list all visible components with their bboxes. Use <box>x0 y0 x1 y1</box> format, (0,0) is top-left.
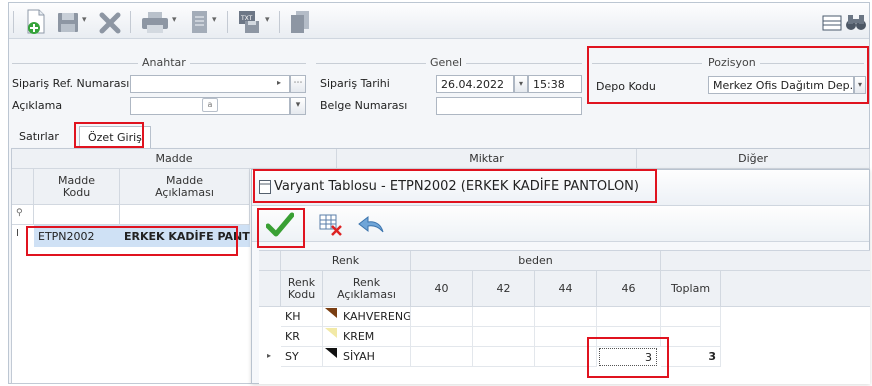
copy-icon[interactable] <box>289 9 311 35</box>
date-picker-button[interactable]: ▾ <box>514 75 528 93</box>
belge-numarasi-field[interactable] <box>436 97 582 115</box>
col-toplam[interactable]: Toplam <box>661 271 721 307</box>
qty-cell[interactable] <box>473 327 535 347</box>
svg-text:TXT: TXT <box>240 15 253 22</box>
highlight-row <box>26 226 238 256</box>
qty-cell[interactable] <box>411 347 473 367</box>
band-empty <box>661 251 870 271</box>
row-renk-kodu[interactable]: SY <box>281 347 323 367</box>
export-icon[interactable]: TXT <box>237 9 263 35</box>
color-swatch-icon <box>325 308 337 318</box>
band-madde: Madde <box>12 149 337 169</box>
row-indicator-header <box>12 169 34 205</box>
filter-cell[interactable] <box>120 205 250 225</box>
qty-cell[interactable] <box>473 307 535 327</box>
qty-cell[interactable] <box>411 327 473 347</box>
qty-cell[interactable] <box>535 307 597 327</box>
row-renk-kodu[interactable]: KR <box>281 327 323 347</box>
arrow-right-icon[interactable]: ▸ <box>277 78 281 87</box>
color-swatch-icon <box>325 328 337 338</box>
siparis-tarihi-field[interactable]: 26.04.2022 <box>436 75 514 93</box>
col-renk-kodu[interactable]: Renk Kodu <box>281 271 323 307</box>
group-title-anahtar: Anahtar <box>142 56 186 69</box>
calculator-icon[interactable] <box>821 9 843 35</box>
siparis-ref-field[interactable] <box>130 75 290 93</box>
undo-icon[interactable] <box>357 214 385 236</box>
row-renk-kodu[interactable]: KH <box>281 307 323 327</box>
group-line <box>12 63 138 64</box>
new-document-icon[interactable] <box>25 9 47 35</box>
siparis-ref-label: Sipariş Ref. Numarası <box>12 77 130 90</box>
color-swatch-icon <box>325 348 337 358</box>
total-cell <box>661 327 721 347</box>
siparis-tarihi-label: Sipariş Tarihi <box>320 77 390 90</box>
save-icon[interactable] <box>57 9 79 35</box>
total-cell <box>661 307 721 327</box>
print-dropdown-icon[interactable]: ▾ <box>172 15 177 25</box>
toolbar-separator <box>279 11 280 33</box>
highlight-confirm <box>257 208 305 248</box>
clear-table-icon[interactable] <box>319 214 343 236</box>
aciklama-label: Açıklama <box>12 99 63 112</box>
band-beden: beden <box>411 251 661 271</box>
highlight-qty <box>587 337 669 378</box>
delete-icon[interactable] <box>99 9 121 35</box>
toolbar-separator <box>13 11 14 33</box>
qty-cell[interactable] <box>411 307 473 327</box>
qty-cell[interactable] <box>597 307 661 327</box>
toolbar-separator <box>227 11 228 33</box>
highlight-dialog-title <box>253 169 657 203</box>
save-dropdown-icon[interactable]: ▾ <box>82 15 87 25</box>
band-renk: Renk <box>281 251 411 271</box>
col-empty <box>721 271 870 307</box>
report-icon[interactable] <box>188 9 210 35</box>
current-row-arrow-icon: ▸ <box>267 351 272 360</box>
filter-row-icon[interactable]: ⚲ <box>12 205 34 225</box>
report-dropdown-icon[interactable]: ▾ <box>212 15 217 25</box>
aciklama-dropdown[interactable]: ▾ <box>290 97 306 115</box>
variant-grid: Renk beden Renk Kodu Renk Açıklaması 40 … <box>259 250 870 384</box>
export-dropdown-icon[interactable]: ▾ <box>265 15 270 25</box>
filter-cell[interactable] <box>34 205 120 225</box>
belge-numarasi-label: Belge Numarası <box>320 99 408 112</box>
variant-toolbar <box>252 206 869 242</box>
col-size-42[interactable]: 42 <box>473 271 535 307</box>
binoculars-icon[interactable] <box>845 9 867 35</box>
col-renk-aciklamasi[interactable]: Renk Açıklaması <box>323 271 411 307</box>
highlight-tab <box>74 122 144 148</box>
band-miktar: Miktar <box>337 149 637 169</box>
text-editor-icon[interactable]: a <box>202 98 218 112</box>
col-madde-aciklamasi[interactable]: Madde Açıklaması <box>120 169 250 205</box>
ellipsis-button[interactable]: ⋯ <box>290 75 306 93</box>
group-title-genel: Genel <box>430 56 463 69</box>
col-size-44[interactable]: 44 <box>535 271 597 307</box>
col-size-40[interactable]: 40 <box>411 271 473 307</box>
main-toolbar: ▾ ▾ ▾ TXT ▾ <box>9 3 869 39</box>
siparis-tarihi-value: 26.04.2022 <box>441 78 504 91</box>
tab-satirlar[interactable]: Satırlar <box>11 126 67 148</box>
col-size-46[interactable]: 46 <box>597 271 661 307</box>
group-line <box>466 63 582 64</box>
band-diger: Diğer <box>637 149 870 169</box>
qty-cell[interactable] <box>473 347 535 367</box>
col-madde-kodu[interactable]: Madde Kodu <box>34 169 120 205</box>
row-indicator-header <box>259 271 281 307</box>
highlight-pozisyon <box>587 46 869 104</box>
print-icon[interactable] <box>141 9 169 35</box>
toolbar-separator <box>130 11 131 33</box>
siparis-saati-value: 15:38 <box>533 78 565 91</box>
total-cell: 3 <box>661 347 721 367</box>
siparis-saati-field[interactable]: 15:38 <box>528 75 582 93</box>
group-line <box>190 63 306 64</box>
row-indicator-header <box>259 251 281 271</box>
group-line <box>316 63 426 64</box>
